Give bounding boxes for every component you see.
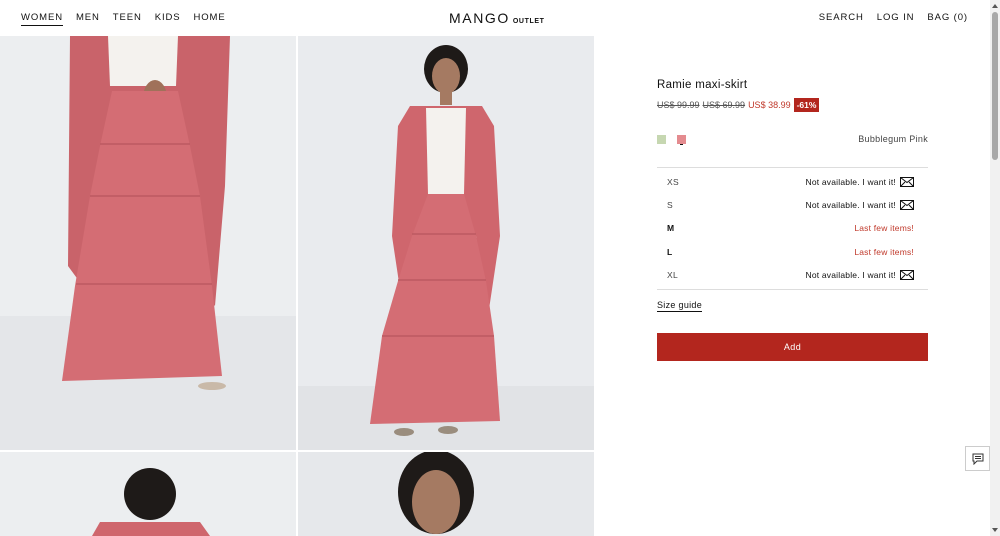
product-photo-1[interactable] <box>0 36 296 450</box>
size-option-m[interactable]: M Last few items! <box>657 217 928 240</box>
site-header: WOMEN MEN TEEN KIDS HOME MANGO OUTLET SE… <box>0 0 990 36</box>
discount-badge: -61% <box>793 98 820 112</box>
scroll-up-arrow[interactable] <box>992 4 998 8</box>
nav-women[interactable]: WOMEN <box>21 12 63 26</box>
search-link[interactable]: SEARCH <box>819 12 864 23</box>
size-label: S <box>667 200 673 211</box>
size-status-text: Not available. I want it! <box>805 200 896 211</box>
bag-link[interactable]: BAG (0) <box>927 12 968 23</box>
color-swatch-sage[interactable] <box>657 135 666 144</box>
nav-home[interactable]: HOME <box>194 12 226 26</box>
mango-outlet-logo[interactable]: MANGO OUTLET <box>449 10 545 26</box>
chat-button[interactable] <box>965 446 990 471</box>
size-status-text: Not available. I want it! <box>805 176 896 187</box>
selected-color-name: Bubblegum Pink <box>858 134 928 144</box>
logo-brand: MANGO <box>449 10 510 26</box>
size-label: XL <box>667 270 678 281</box>
product-photo-3[interactable] <box>0 452 296 536</box>
size-guide-link[interactable]: Size guide <box>657 300 703 312</box>
size-status: Not available. I want it! <box>805 200 914 211</box>
size-option-xl[interactable]: XL Not available. I want it! <box>657 264 928 287</box>
mail-icon <box>900 176 914 187</box>
mail-icon <box>900 200 914 211</box>
page-scrollbar[interactable] <box>990 0 1000 536</box>
size-label: XS <box>667 176 679 187</box>
size-list: XS Not available. I want it! S Not avail… <box>657 167 928 290</box>
scrollbar-thumb[interactable] <box>992 12 998 160</box>
original-price: US$ 99.99 <box>657 100 700 110</box>
size-status: Not available. I want it! <box>805 176 914 187</box>
nav-teen[interactable]: TEEN <box>113 12 142 26</box>
previous-price: US$ 69.99 <box>702 100 746 110</box>
size-option-xs[interactable]: XS Not available. I want it! <box>657 170 928 193</box>
chat-icon <box>972 453 983 465</box>
color-swatch-pink[interactable] <box>677 135 686 144</box>
mail-icon <box>900 270 914 281</box>
scroll-down-arrow[interactable] <box>992 528 998 532</box>
nav-men[interactable]: MEN <box>76 12 100 26</box>
price-block: US$ 99.99 US$ 69.99 US$ 38.99 -61% <box>657 98 820 112</box>
product-gallery <box>0 36 594 536</box>
size-status-text: Not available. I want it! <box>805 270 896 281</box>
size-option-s[interactable]: S Not available. I want it! <box>657 193 928 216</box>
logo-sub: OUTLET <box>512 18 545 25</box>
utility-nav: SEARCH LOG IN BAG (0) <box>819 12 968 23</box>
product-title: Ramie maxi-skirt <box>657 79 748 91</box>
size-status-text: Last few items! <box>854 246 914 257</box>
color-swatches <box>657 135 686 144</box>
size-status-text: Last few items! <box>854 223 914 234</box>
main-nav: WOMEN MEN TEEN KIDS HOME <box>21 12 226 26</box>
current-price: US$ 38.99 <box>748 100 791 110</box>
size-label: M <box>667 223 675 234</box>
size-option-l[interactable]: L Last few items! <box>657 240 928 263</box>
product-photo-2[interactable] <box>298 36 594 450</box>
product-photo-4[interactable] <box>298 452 594 536</box>
size-label: L <box>667 246 673 257</box>
login-link[interactable]: LOG IN <box>877 12 915 23</box>
nav-kids[interactable]: KIDS <box>155 12 181 26</box>
add-to-bag-button[interactable]: Add <box>657 333 928 361</box>
size-status: Not available. I want it! <box>805 270 914 281</box>
